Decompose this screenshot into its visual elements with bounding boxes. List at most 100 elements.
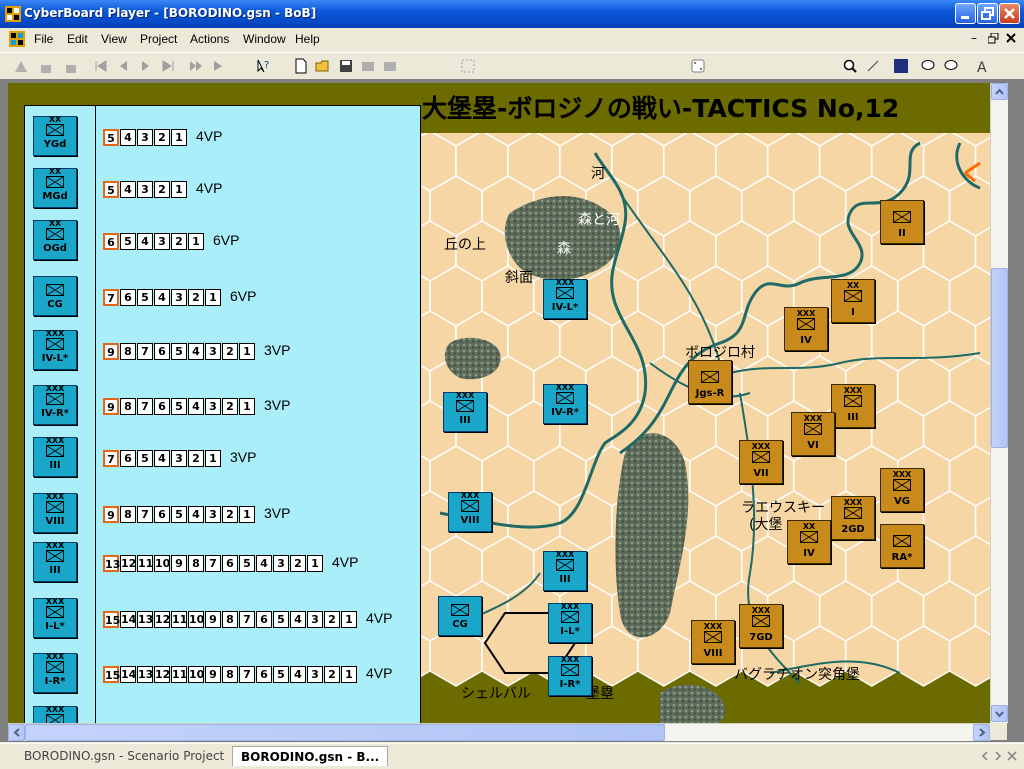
- russian-unit-counter[interactable]: XXX III: [543, 550, 587, 591]
- tab-board[interactable]: BORODINO.gsn - B...: [232, 746, 389, 766]
- french-unit-counter[interactable]: XXX IV: [784, 307, 828, 351]
- track-cell[interactable]: 2: [188, 289, 204, 306]
- french-unit-counter[interactable]: XXX VG: [880, 468, 924, 512]
- track-cell[interactable]: 15: [103, 611, 120, 628]
- horizontal-scrollbar[interactable]: [8, 723, 990, 741]
- menu-help[interactable]: Help: [295, 32, 320, 46]
- track-cell[interactable]: 3: [205, 343, 221, 360]
- track-cell[interactable]: 7: [137, 506, 153, 523]
- doc-restore-icon[interactable]: [988, 33, 999, 44]
- track-cell[interactable]: 7: [103, 450, 119, 467]
- track-cell[interactable]: 7: [239, 611, 255, 628]
- lock-icon[interactable]: [38, 58, 54, 74]
- track-cell[interactable]: 9: [205, 666, 221, 683]
- tray-counter[interactable]: XXX I-R*: [33, 652, 77, 693]
- french-unit-counter[interactable]: XX IV: [787, 520, 831, 564]
- track-cell[interactable]: 6: [222, 555, 238, 572]
- first-move-icon[interactable]: [93, 58, 109, 74]
- track-cell[interactable]: 6: [154, 506, 170, 523]
- russian-unit-counter[interactable]: CG: [438, 596, 482, 636]
- track-cell[interactable]: 4: [290, 611, 306, 628]
- track-cell[interactable]: 3: [205, 506, 221, 523]
- board-icon[interactable]: [382, 58, 398, 74]
- track-cell[interactable]: 3: [171, 289, 187, 306]
- track-cell[interactable]: 1: [239, 506, 255, 523]
- track-cell[interactable]: 1: [171, 129, 187, 146]
- help-pointer-icon[interactable]: ?: [255, 58, 271, 74]
- track-cell[interactable]: 8: [120, 398, 136, 415]
- french-unit-counter[interactable]: XXX VII: [739, 440, 783, 484]
- track-cell[interactable]: 8: [120, 343, 136, 360]
- scale-icon[interactable]: [865, 58, 881, 74]
- track-cell[interactable]: 7: [205, 555, 221, 572]
- french-unit-counter[interactable]: XXX 7GD: [739, 604, 783, 648]
- track-cell[interactable]: 6: [256, 666, 272, 683]
- track-cell[interactable]: 1: [171, 181, 187, 198]
- track-cell[interactable]: 4: [188, 398, 204, 415]
- tray-counter[interactable]: XX OGd: [33, 219, 77, 260]
- french-unit-counter[interactable]: XXX VIII: [691, 620, 735, 664]
- menu-project[interactable]: Project: [140, 32, 177, 46]
- track-cell[interactable]: 2: [171, 233, 187, 250]
- menu-window[interactable]: Window: [243, 32, 286, 46]
- french-unit-counter[interactable]: XXX VI: [791, 412, 835, 456]
- french-unit-counter[interactable]: Jgs-R: [688, 360, 732, 404]
- track-cell[interactable]: 2: [324, 611, 340, 628]
- track-cell[interactable]: 5: [103, 181, 119, 198]
- track-cell[interactable]: 1: [205, 450, 221, 467]
- unit-tray[interactable]: XX YGd XX MGd XX OGd CG XXX IV-L* XXX IV-R* XXX III X…: [24, 105, 421, 723]
- track-cell[interactable]: 5: [273, 666, 289, 683]
- menu-actions[interactable]: Actions: [190, 32, 229, 46]
- scroll-left-button[interactable]: [8, 724, 25, 741]
- track-cell[interactable]: 3: [307, 611, 323, 628]
- track-cell[interactable]: 3: [154, 233, 170, 250]
- fast-forward-icon[interactable]: [188, 58, 204, 74]
- track-cell[interactable]: 5: [239, 555, 255, 572]
- document-icon[interactable]: [9, 31, 25, 47]
- russian-unit-counter[interactable]: XXX I-R*: [548, 655, 592, 696]
- track-cell[interactable]: 2: [154, 181, 170, 198]
- track-cell[interactable]: 7: [239, 666, 255, 683]
- track-cell[interactable]: 6: [154, 398, 170, 415]
- tab-close-icon[interactable]: [1007, 751, 1017, 761]
- track-cell[interactable]: 14: [120, 611, 136, 628]
- track-cell[interactable]: 8: [120, 506, 136, 523]
- restore-button[interactable]: [977, 3, 998, 24]
- track-cell[interactable]: 13: [137, 611, 153, 628]
- track-cell[interactable]: 9: [171, 555, 187, 572]
- tray-counter[interactable]: XXX III: [33, 541, 77, 582]
- track-cell[interactable]: 7: [103, 289, 119, 306]
- french-unit-counter[interactable]: XXX 2GD: [831, 496, 875, 540]
- track-cell[interactable]: 2: [154, 129, 170, 146]
- track-cell[interactable]: 5: [103, 129, 119, 146]
- track-cell[interactable]: 6: [154, 343, 170, 360]
- track-cell[interactable]: 11: [171, 666, 187, 683]
- view-board-icon[interactable]: [893, 58, 909, 74]
- track-cell[interactable]: 5: [137, 450, 153, 467]
- tab-next-icon[interactable]: [993, 751, 1003, 761]
- track-cell[interactable]: 5: [120, 233, 136, 250]
- track-cell[interactable]: 1: [188, 233, 204, 250]
- tray-counter[interactable]: XXX IV-L*: [33, 329, 77, 370]
- track-cell[interactable]: 5: [137, 289, 153, 306]
- next-move-icon[interactable]: [138, 58, 154, 74]
- track-cell[interactable]: 13: [103, 555, 120, 572]
- tray-counter[interactable]: XXX VIII: [33, 492, 77, 533]
- doc-minimize-icon[interactable]: –: [971, 31, 977, 45]
- track-cell[interactable]: 12: [154, 611, 170, 628]
- track-cell[interactable]: 8: [188, 555, 204, 572]
- track-cell[interactable]: 10: [188, 611, 204, 628]
- track-cell[interactable]: 3: [273, 555, 289, 572]
- track-cell[interactable]: 4: [120, 181, 136, 198]
- track-cell[interactable]: 5: [171, 398, 187, 415]
- track-cell[interactable]: 4: [137, 233, 153, 250]
- track-cell[interactable]: 5: [171, 506, 187, 523]
- track-cell[interactable]: 12: [154, 666, 170, 683]
- track-cell[interactable]: 6: [120, 289, 136, 306]
- track-cell[interactable]: 6: [120, 450, 136, 467]
- french-unit-counter[interactable]: XXX III: [831, 384, 875, 428]
- track-cell[interactable]: 6: [256, 611, 272, 628]
- track-cell[interactable]: 3: [137, 129, 153, 146]
- track-cell[interactable]: 5: [171, 343, 187, 360]
- prev-move-icon[interactable]: [115, 58, 131, 74]
